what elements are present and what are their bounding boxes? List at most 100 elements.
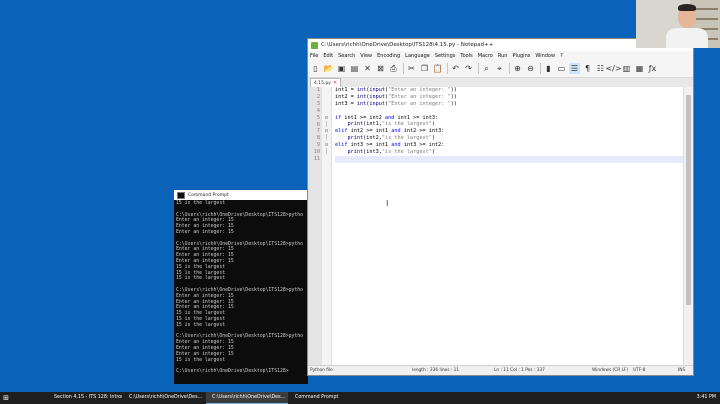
tab-4-15-py[interactable]: 4.15.py ✕ xyxy=(310,78,342,87)
code-line[interactable]: print(int3,"is the largest") xyxy=(335,149,685,156)
status-eol: Windows (CR LF) xyxy=(592,368,629,373)
menu-item-file[interactable]: File xyxy=(310,53,318,59)
menu-item-encoding[interactable]: Encoding xyxy=(377,53,400,59)
taskbar-task-label: Command Prompt xyxy=(295,395,339,400)
toolbar-separator xyxy=(509,63,510,74)
undo-icon[interactable]: ↶ xyxy=(450,63,461,74)
status-position: Ln : 11 Col : 1 Pos : 337 xyxy=(494,368,545,373)
menu-item-edit[interactable]: Edit xyxy=(323,53,333,59)
menu-item-tools[interactable]: Tools xyxy=(460,53,472,59)
presenter-body xyxy=(666,28,708,48)
webcam-overlay xyxy=(636,0,720,48)
code-line[interactable]: int2 = int(input("Enter an integer: ")) xyxy=(335,94,685,101)
save-icon[interactable]: ▣ xyxy=(336,63,347,74)
code-line[interactable]: elif int2 >= int1 and int2 >= int3: xyxy=(335,128,685,135)
toolbar-separator xyxy=(447,63,448,74)
paste-icon[interactable]: 📋 xyxy=(432,63,443,74)
open-file-icon[interactable]: 📂 xyxy=(323,63,334,74)
notepadpp-window[interactable]: C:\Users\richh\OneDrive\Desktop\ITS128\4… xyxy=(307,38,694,376)
find-icon[interactable]: ⌕ xyxy=(481,63,492,74)
code-editor[interactable]: 1 2 3 4 5 6 7 8 9 10 11 ⊟ │ ⊟ │ ⊟ │ int1 = int(input("E… xyxy=(308,87,685,368)
npp-menubar: File Edit Search View Encoding Language Settin… xyxy=(308,51,693,60)
npp-toolbar: ▯ 📂 ▣ ▤ ✕ ⊠ ⎙ ✂ ❐ 📋 ↶ ↷ ⌕ ⌖ ⊕ ⊖ ▮ ▭ ☰ ¶ … xyxy=(308,60,693,78)
toolbar-separator xyxy=(478,63,479,74)
code-line[interactable] xyxy=(335,108,685,115)
new-file-icon[interactable]: ▯ xyxy=(310,63,321,74)
replace-icon[interactable]: ⌖ xyxy=(494,63,505,74)
menu-item-search[interactable]: Search xyxy=(338,53,355,59)
cmd-icon xyxy=(177,191,185,199)
fold-spacer: │ xyxy=(324,121,329,128)
menu-item-[interactable]: ? xyxy=(560,53,563,59)
taskbar-clock[interactable]: 3:41 PM xyxy=(697,395,716,400)
tab-label: 4.15.py xyxy=(314,80,331,86)
tab-close-icon[interactable]: ✕ xyxy=(333,80,337,86)
indent-guide-icon[interactable]: ☷ xyxy=(595,63,606,74)
zoom-in-icon[interactable]: ⊕ xyxy=(512,63,523,74)
status-file-type: Python file xyxy=(310,368,333,373)
menu-item-macro[interactable]: Macro xyxy=(478,53,493,59)
line-number: 6 xyxy=(316,121,320,128)
line-number: 3 xyxy=(316,100,320,107)
taskbar-task[interactable]: Section 4.15 - ITS 128: Introd... xyxy=(48,392,122,403)
windows-start-icon[interactable]: ⊞ xyxy=(0,392,12,404)
code-line[interactable]: print(int1,"is the largest") xyxy=(335,121,685,128)
fold-spacer: │ xyxy=(324,149,329,156)
show-all-chars-icon[interactable]: ¶ xyxy=(582,63,593,74)
scrollbar-thumb[interactable] xyxy=(686,95,691,305)
npp-tab-bar: 4.15.py ✕ xyxy=(308,78,693,87)
line-number: 9 xyxy=(316,142,320,149)
print-icon[interactable]: ⎙ xyxy=(388,63,399,74)
taskbar-task[interactable]: C:\Users\richh\OneDrive\Des... xyxy=(206,392,288,404)
menu-item-language[interactable]: Language xyxy=(405,53,430,59)
close-icon[interactable]: ✕ xyxy=(362,63,373,74)
menu-item-settings[interactable]: Settings xyxy=(435,53,456,59)
code-line[interactable]: int3 = int(input("Enter an integer: ")) xyxy=(335,101,685,108)
vertical-scrollbar[interactable] xyxy=(683,87,693,368)
menu-item-run[interactable]: Run xyxy=(498,53,508,59)
taskbar-task[interactable]: Command Prompt xyxy=(289,392,339,403)
taskbar-task-label: C:\Users\richh\OneDrive\Des... xyxy=(129,395,203,400)
language-icon[interactable]: </> xyxy=(605,63,621,74)
command-prompt-window[interactable]: Command Prompt 15 is the largest C:\User… xyxy=(174,190,308,384)
menu-item-window[interactable]: Window xyxy=(535,53,555,59)
cmd-console[interactable]: 15 is the largest C:\Users\richh\OneDriv… xyxy=(174,200,308,383)
toolbar-separator xyxy=(540,63,541,74)
sync-vertical-icon[interactable]: ▮ xyxy=(543,63,554,74)
folder-workspace-icon[interactable]: ▦ xyxy=(634,63,645,74)
sync-horizontal-icon[interactable]: ▭ xyxy=(556,63,567,74)
line-number: 4 xyxy=(316,107,320,114)
taskbar: ⊞ Section 4.15 - ITS 128: Introd... C:\Us… xyxy=(0,392,720,404)
cmd-titlebar[interactable]: Command Prompt xyxy=(174,190,308,200)
menu-item-view[interactable]: View xyxy=(360,53,372,59)
code-line[interactable] xyxy=(335,155,685,163)
code-line[interactable]: int1 = int(input("Enter an integer: ")) xyxy=(335,87,685,94)
fold-toggle-icon[interactable]: ⊟ xyxy=(322,115,331,122)
toolbar-separator xyxy=(403,63,404,74)
line-number: 2 xyxy=(316,93,320,100)
word-wrap-icon[interactable]: ☰ xyxy=(569,63,580,74)
code-line[interactable]: if int1 >= int2 and int1 >= int3: xyxy=(335,115,685,122)
copy-icon[interactable]: ❐ xyxy=(419,63,430,74)
code-line[interactable]: elif int3 >= int1 and int3 >= int2: xyxy=(335,142,685,149)
menu-item-plugins[interactable]: Plugins xyxy=(512,53,530,59)
cut-icon[interactable]: ✂ xyxy=(406,63,417,74)
close-all-icon[interactable]: ⊠ xyxy=(375,63,386,74)
mouse-cursor-icon: I xyxy=(386,199,389,208)
redo-icon[interactable]: ↷ xyxy=(463,63,474,74)
line-number: 8 xyxy=(316,135,320,142)
zoom-out-icon[interactable]: ⊖ xyxy=(525,63,536,74)
doc-map-icon[interactable]: ▥ xyxy=(621,63,632,74)
taskbar-task[interactable]: C:\Users\richh\OneDrive\Des... xyxy=(123,392,205,403)
line-number: 10 xyxy=(313,149,320,156)
code-line[interactable]: print(int2,"is the largest") xyxy=(335,135,685,142)
code-area[interactable]: int1 = int(input("Enter an integer: ")) i… xyxy=(332,87,685,368)
fold-margin[interactable]: ⊟ │ ⊟ │ ⊟ │ xyxy=(322,87,332,368)
save-all-icon[interactable]: ▤ xyxy=(349,63,360,74)
notepadpp-app-icon xyxy=(311,41,318,49)
function-list-icon[interactable]: ƒx xyxy=(647,63,658,74)
npp-title: C:\Users\richh\OneDrive\Desktop\ITS128\4… xyxy=(321,42,494,48)
